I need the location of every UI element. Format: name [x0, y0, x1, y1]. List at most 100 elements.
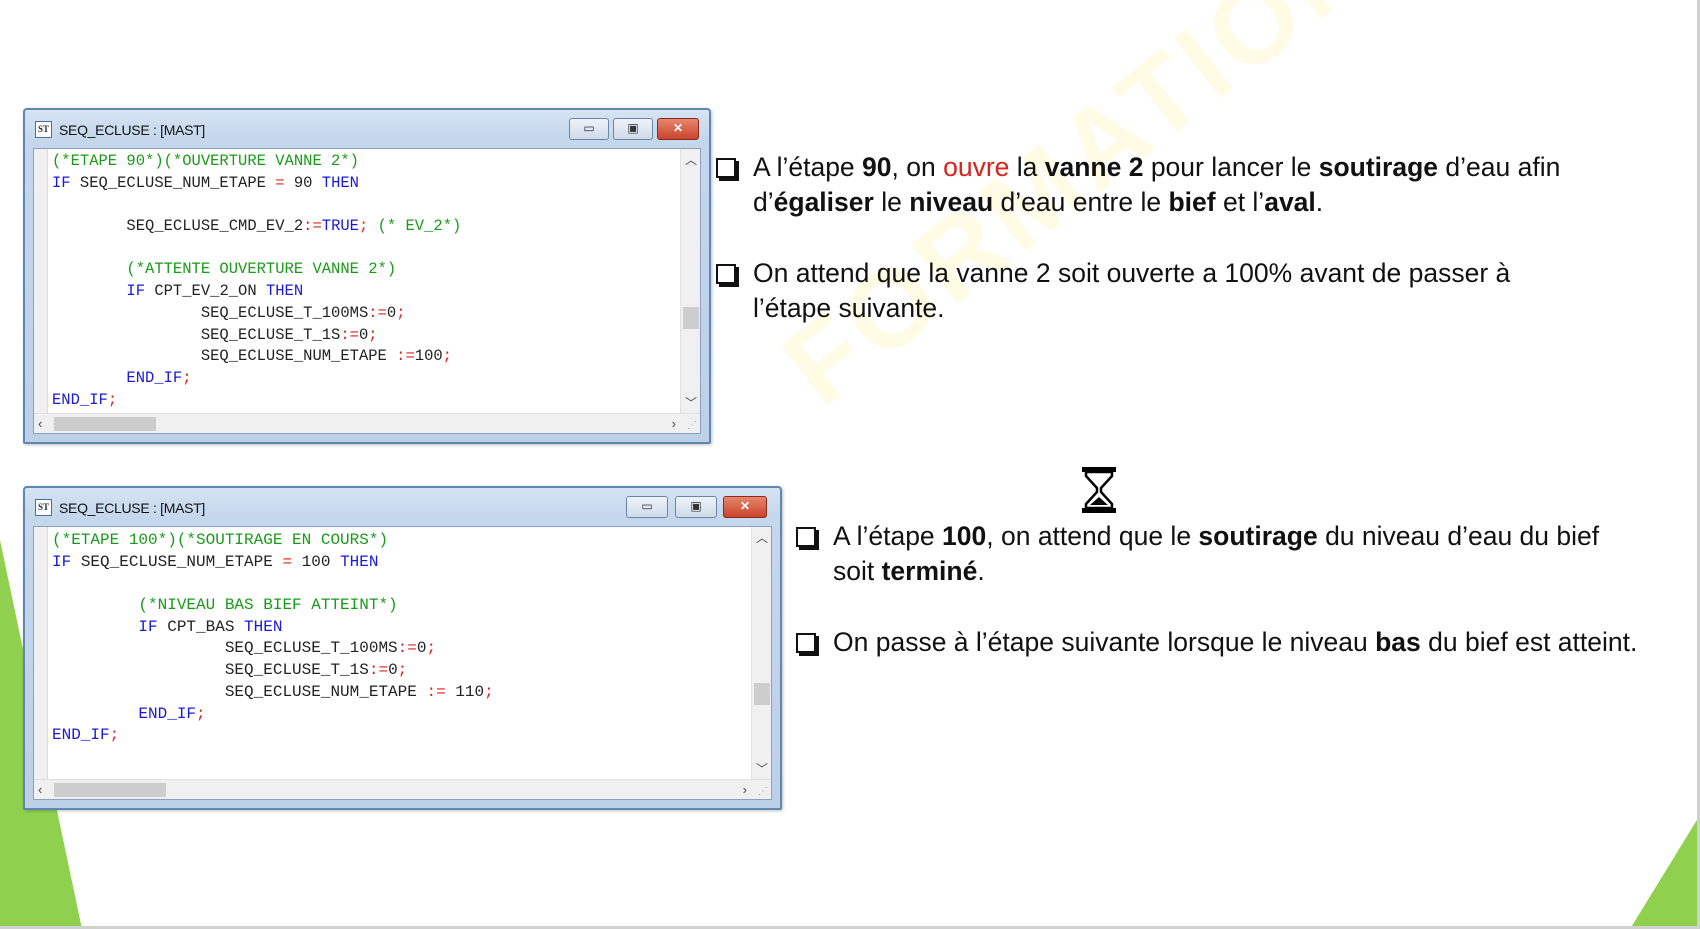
bullet-text-segment: ouvre [943, 152, 1010, 182]
bullets-bottom: A l’étape 100, on attend que le soutirag… [796, 519, 1646, 696]
code-token: CPT_BAS [167, 617, 245, 636]
code-token: (*ATTENTE OUVERTURE VANNE 2*) [52, 260, 397, 279]
code-token: SEQ_ECLUSE_T_100MS [52, 303, 369, 322]
editor-gutter [34, 527, 48, 779]
code-token: := [303, 217, 322, 236]
maximize-icon[interactable]: ▣ [613, 118, 653, 140]
bullet-item: On passe à l’étape suivante lorsque le n… [796, 625, 1646, 660]
code-line: SEQ_ECLUSE_NUM_ETAPE :=100; [52, 346, 676, 368]
horizontal-scrollbar[interactable]: ‹ › ⋰ [34, 779, 771, 799]
scroll-up-icon[interactable]: ︿ [752, 529, 771, 546]
minimize-icon[interactable]: ▭ [626, 496, 668, 518]
code-token: := [368, 303, 387, 322]
scroll-thumb[interactable] [54, 417, 156, 431]
code-token: CPT_EV_2_ON [154, 282, 266, 301]
code-token: (*ETAPE 100*)(*SOUTIRAGE EN COURS*) [52, 531, 389, 549]
bullet-text-segment: On attend que la vanne 2 soit ouverte a … [753, 258, 1511, 323]
window-title: SEQ_ECLUSE : [MAST] [59, 122, 206, 138]
code-line: IF CPT_BAS THEN [52, 616, 747, 638]
code-line: SEQ_ECLUSE_NUM_ETAPE := 110; [52, 681, 747, 703]
code-editor[interactable]: (*ETAPE 90*)(*OUVERTURE VANNE 2*) IF SEQ_… [33, 148, 701, 434]
vertical-scrollbar[interactable]: ︿ ﹀ [751, 527, 771, 779]
code-token: := [396, 347, 415, 366]
code-token: := [397, 639, 417, 658]
code-token: ; [484, 682, 494, 701]
code-token: SEQ_ECLUSE_T_100MS [52, 639, 398, 658]
code-line: END_IF; [52, 703, 747, 725]
code-token: ; [442, 347, 452, 366]
bullet-text-segment: pour lancer le [1143, 152, 1319, 182]
code-token: ; [107, 390, 118, 409]
scroll-left-icon[interactable]: ‹ [38, 416, 42, 431]
bullet-text-segment: d’eau entre le [993, 187, 1169, 217]
bullet-text-segment: 100 [942, 521, 987, 551]
code-editor[interactable]: (*ETAPE 100*)(*SOUTIRAGE EN COURS*) IF SE… [33, 526, 772, 800]
bullet-text-segment: bief [1168, 187, 1216, 217]
bullet-text-segment: le [873, 187, 910, 217]
maximize-icon[interactable]: ▣ [675, 496, 717, 518]
code-token: SEQ_ECLUSE_NUM_ETAPE [80, 552, 283, 571]
scroll-right-icon[interactable]: › [743, 782, 747, 797]
code-token: 0 [386, 303, 397, 322]
bullet-text-segment: terminé [881, 556, 978, 586]
vertical-scrollbar[interactable]: ︿ ﹀ [680, 149, 700, 413]
horizontal-scrollbar[interactable]: ‹ › ⋰ [34, 413, 700, 433]
code-token: 0 [358, 325, 369, 344]
bullet-text-segment: , on attend que le [986, 521, 1199, 551]
window-titlebar[interactable]: ST SEQ_ECLUSE : [MAST] ▭ ▣ ✕ [25, 488, 780, 526]
scroll-thumb[interactable] [754, 683, 770, 705]
window-titlebar[interactable]: ST SEQ_ECLUSE : [MAST] ▭ ▣ ✕ [25, 110, 709, 148]
close-icon[interactable]: ✕ [723, 496, 767, 518]
code-window-step-100[interactable]: ST SEQ_ECLUSE : [MAST] ▭ ▣ ✕ (*ETAPE 100… [23, 486, 782, 810]
code-content[interactable]: (*ETAPE 90*)(*OUVERTURE VANNE 2*) IF SEQ_… [52, 151, 676, 411]
scroll-down-icon[interactable]: ﹀ [752, 760, 771, 777]
code-token: ; [196, 704, 206, 723]
code-token: SEQ_ECLUSE_NUM_ETAPE [52, 682, 427, 701]
code-token: ; [358, 217, 378, 236]
scroll-up-icon[interactable]: ︿ [681, 151, 700, 168]
code-line: IF SEQ_ECLUSE_NUM_ETAPE = 90 THEN [52, 173, 676, 195]
code-token: := [426, 682, 446, 701]
scroll-right-icon[interactable]: › [672, 416, 676, 431]
bullet-text-segment: niveau [909, 187, 994, 217]
bullet-item: A l’étape 100, on attend que le soutirag… [796, 519, 1646, 589]
code-token: SEQ_ECLUSE_NUM_ETAPE [79, 173, 276, 192]
code-token: ; [397, 661, 408, 680]
minimize-icon[interactable]: ▭ [569, 118, 609, 140]
code-token: IF [52, 173, 80, 192]
code-line: END_IF; [52, 368, 676, 390]
code-token: 100 [414, 347, 443, 366]
bullet-text-segment: vanne 2 [1044, 152, 1144, 182]
code-line: (*ETAPE 100*)(*SOUTIRAGE EN COURS*) [52, 529, 747, 551]
bullets-top: A l’étape 90, on ouvre la vanne 2 pour l… [716, 150, 1576, 362]
code-token: = [282, 552, 293, 571]
code-token: SEQ_ECLUSE_NUM_ETAPE [52, 347, 397, 366]
code-token: (*NIVEAU BAS BIEF ATTEINT*) [52, 596, 398, 615]
code-content[interactable]: (*ETAPE 100*)(*SOUTIRAGE EN COURS*) IF SE… [52, 529, 747, 746]
bullet-text-segment: bas [1375, 627, 1421, 657]
scroll-left-icon[interactable]: ‹ [38, 782, 42, 797]
resize-grip-icon[interactable]: ⋰ [758, 786, 768, 797]
code-token: SEQ_ECLUSE_CMD_EV_2 [52, 217, 304, 236]
resize-grip-icon[interactable]: ⋰ [687, 420, 697, 431]
close-icon[interactable]: ✕ [657, 118, 699, 140]
scroll-thumb[interactable] [683, 307, 699, 329]
code-token: = [275, 173, 285, 192]
hourglass-icon [1082, 467, 1116, 513]
bullet-text-segment: On passe à l’étape suivante lorsque le n… [833, 627, 1376, 657]
scroll-down-icon[interactable]: ﹀ [681, 394, 700, 411]
code-line: SEQ_ECLUSE_T_1S:=0; [52, 325, 676, 347]
code-line: SEQ_ECLUSE_CMD_EV_2:=TRUE; (* EV_2*) [52, 216, 676, 238]
code-window-step-90[interactable]: ST SEQ_ECLUSE : [MAST] ▭ ▣ ✕ (*ETAPE 90*… [23, 108, 711, 444]
bullet-text-segment: . [977, 556, 985, 586]
bullet-text-segment: du bief est atteint. [1420, 627, 1638, 657]
scroll-thumb[interactable] [54, 783, 166, 797]
code-token: ; [109, 726, 120, 745]
code-line: IF CPT_EV_2_ON THEN [52, 281, 676, 303]
code-line: SEQ_ECLUSE_T_100MS:=0; [52, 637, 747, 659]
code-token: TRUE [321, 217, 359, 236]
code-token: ; [426, 639, 437, 658]
code-token: THEN [265, 282, 304, 301]
